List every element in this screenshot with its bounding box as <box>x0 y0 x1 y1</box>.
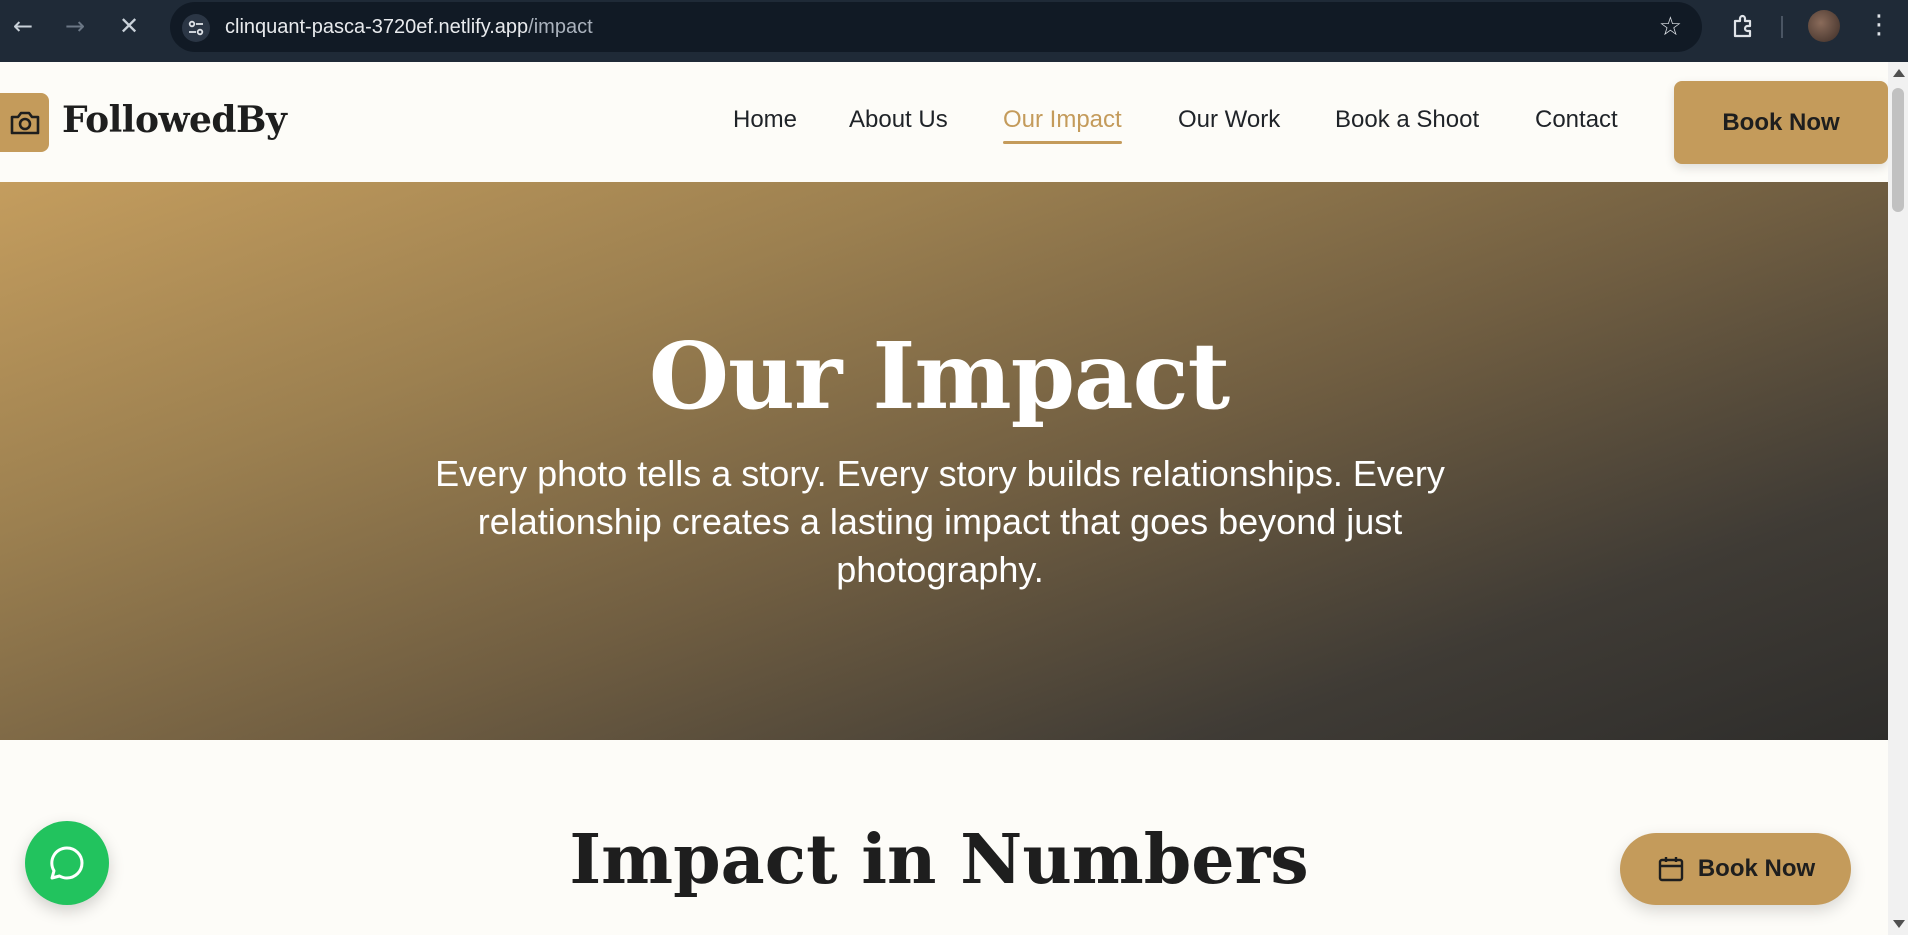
back-arrow-icon[interactable]: ← <box>6 9 40 43</box>
scrollbar[interactable] <box>1888 62 1908 935</box>
floating-book-now-label: Book Now <box>1697 855 1816 882</box>
close-icon[interactable]: ✕ <box>112 9 146 43</box>
calendar-icon <box>1658 857 1684 882</box>
section-heading: Impact in Numbers <box>569 820 1309 900</box>
page-title: Our Impact <box>648 322 1230 430</box>
forward-arrow-icon[interactable]: → <box>58 9 92 43</box>
page-viewport: FollowedBy Home About Us Our Impact Our … <box>0 62 1888 935</box>
address-bar[interactable]: clinquant-pasca-3720ef.netlify.app/impac… <box>170 2 1702 52</box>
more-menu-icon[interactable]: ⋮ <box>1866 10 1892 40</box>
nav-our-work[interactable]: Our Work <box>1178 106 1280 134</box>
toolbar-divider <box>1781 16 1783 38</box>
scrollbar-thumb[interactable] <box>1892 88 1904 212</box>
nav-contact[interactable]: Contact <box>1535 106 1618 134</box>
brand-logo[interactable]: FollowedBy <box>62 99 287 141</box>
camera-icon[interactable] <box>0 93 49 152</box>
nav-home[interactable]: Home <box>733 106 797 134</box>
book-now-button[interactable]: Book Now <box>1674 81 1888 164</box>
nav-our-impact[interactable]: Our Impact <box>1003 106 1122 144</box>
browser-toolbar: ← → ✕ clinquant-pasca-3720ef.netlify.app… <box>0 0 1908 62</box>
hero-section: Our Impact Every photo tells a story. Ev… <box>0 182 1888 740</box>
profile-avatar[interactable] <box>1808 10 1840 42</box>
star-icon[interactable]: ☆ <box>1659 12 1682 42</box>
site-header: FollowedBy Home About Us Our Impact Our … <box>0 62 1888 182</box>
site-info-icon[interactable] <box>182 14 210 42</box>
scroll-down-arrow[interactable] <box>1893 920 1905 928</box>
whatsapp-chat-icon[interactable] <box>25 821 109 905</box>
hero-subtitle: Every photo tells a story. Every story b… <box>435 453 1445 590</box>
floating-book-now-button[interactable]: Book Now <box>1620 833 1851 905</box>
scroll-up-arrow[interactable] <box>1893 69 1905 77</box>
url-text: clinquant-pasca-3720ef.netlify.app/impac… <box>225 16 593 38</box>
nav-about-us[interactable]: About Us <box>849 106 948 134</box>
nav-book-a-shoot[interactable]: Book a Shoot <box>1335 106 1479 134</box>
extensions-icon[interactable] <box>1728 12 1758 42</box>
